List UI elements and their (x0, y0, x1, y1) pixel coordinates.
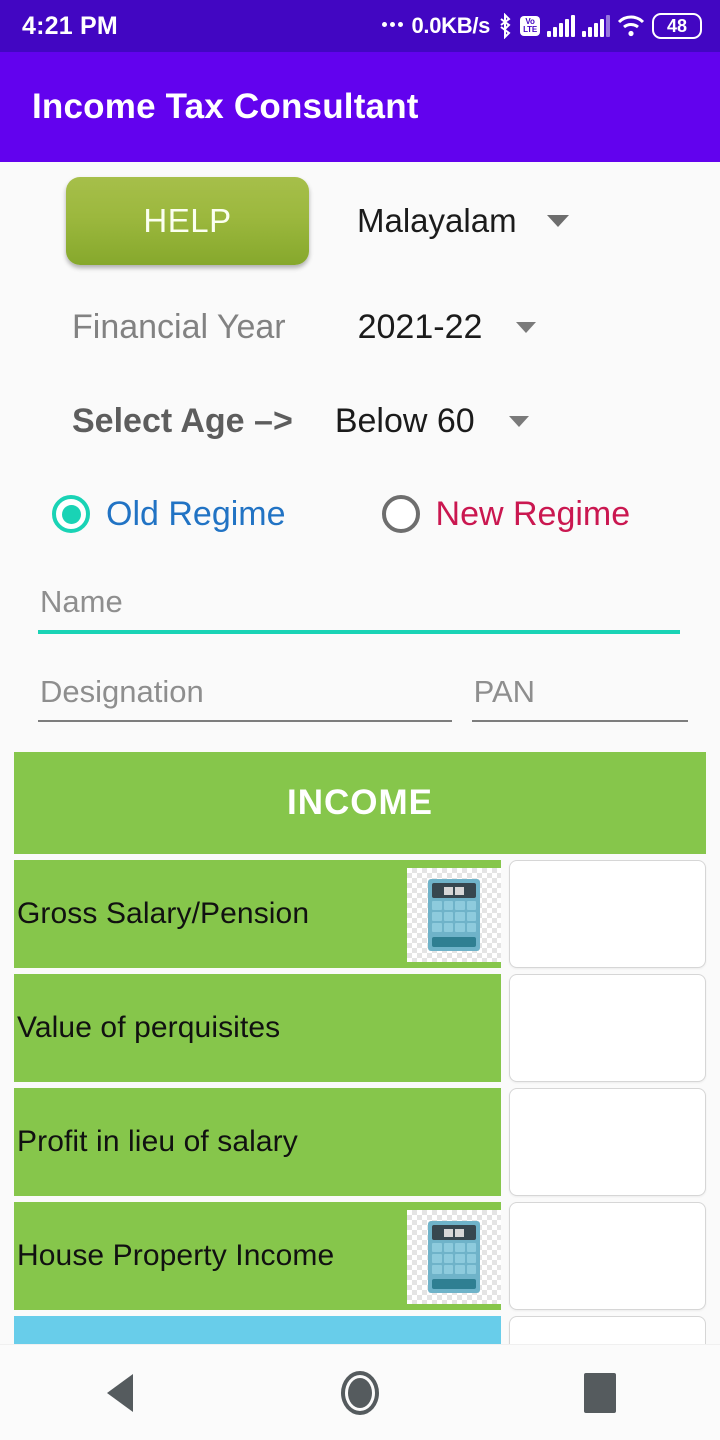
calculator-icon[interactable] (407, 868, 501, 962)
next-row-input[interactable] (509, 1316, 706, 1344)
recents-square-icon (584, 1372, 616, 1413)
help-button[interactable]: HELP (66, 177, 309, 265)
radio-new-regime[interactable]: New Regime (381, 494, 631, 534)
wifi-icon (617, 15, 645, 37)
designation-field-wrapper (38, 674, 452, 722)
nav-recents-button[interactable] (540, 1363, 660, 1423)
language-value: Malayalam (357, 202, 517, 239)
language-dropdown[interactable]: Malayalam (357, 202, 569, 240)
designation-pan-row (0, 634, 720, 722)
gross-salary-input[interactable] (509, 860, 706, 968)
app-bar: Income Tax Consultant (0, 52, 720, 162)
system-nav-bar (0, 1344, 720, 1440)
age-dropdown[interactable]: Below 60 (335, 402, 529, 441)
table-row: Profit in lieu of salary (14, 1088, 706, 1196)
nav-home-button[interactable] (300, 1363, 420, 1423)
status-icons: 0.0KB/s Vo LTE 48 (382, 13, 702, 39)
app-screen: 4:21 PM 0.0KB/s Vo LTE 48 Income Tax Con… (0, 0, 720, 1440)
name-input[interactable] (38, 584, 680, 630)
income-row-label-cell: Gross Salary/Pension (14, 860, 501, 968)
help-language-row: HELP Malayalam (0, 162, 720, 280)
house-property-income-input[interactable] (509, 1202, 706, 1310)
income-row-label: House Property Income (17, 1239, 335, 1272)
income-row-label-cell: Profit in lieu of salary (14, 1088, 501, 1196)
income-table-header: INCOME (14, 752, 706, 854)
old-regime-label: Old Regime (106, 494, 286, 533)
income-row-label-cell: House Property Income (14, 1202, 501, 1310)
status-clock: 4:21 PM (22, 11, 118, 40)
pan-underline (471, 720, 688, 722)
financial-year-row: Financial Year 2021-22 (0, 280, 720, 374)
new-regime-label: New Regime (435, 494, 631, 533)
income-table: INCOME Gross Salary/Pension Value of per… (0, 752, 720, 1344)
income-row-input-cell (509, 1202, 706, 1310)
perquisites-input[interactable] (509, 974, 706, 1082)
pan-input[interactable] (471, 674, 688, 720)
name-field-wrapper (38, 584, 680, 634)
overflow-dots-icon (382, 22, 404, 30)
radio-unselected-icon (381, 495, 420, 533)
financial-year-dropdown[interactable]: 2021-22 (358, 308, 537, 347)
income-row-input-cell (509, 974, 706, 1082)
pan-field-wrapper (471, 674, 688, 722)
income-row-label-cell (14, 1316, 501, 1344)
page-title: Income Tax Consultant (32, 87, 419, 126)
income-row-label: Value of perquisites (17, 1011, 281, 1044)
age-value: Below 60 (334, 401, 475, 440)
table-row: Gross Salary/Pension (14, 860, 706, 968)
table-row: House Property Income (14, 1202, 706, 1310)
income-row-label-cell: Value of perquisites (14, 974, 501, 1082)
volte-bottom-text: LTE (523, 25, 537, 34)
battery-level: 48 (666, 16, 688, 36)
age-row: Select Age –> Below 60 (0, 374, 720, 468)
age-label: Select Age –> (72, 401, 293, 440)
chevron-down-icon (508, 415, 529, 427)
income-header-label: INCOME (287, 783, 433, 822)
calculator-icon[interactable] (407, 1210, 501, 1304)
status-bar: 4:21 PM 0.0KB/s Vo LTE 48 (0, 0, 720, 52)
chevron-down-icon (546, 215, 569, 227)
battery-icon: 48 (652, 13, 702, 39)
income-row-input-cell (509, 860, 706, 968)
income-row-label: Profit in lieu of salary (17, 1125, 298, 1158)
designation-underline (38, 720, 452, 722)
signal-icon (547, 15, 575, 37)
signal-icon (582, 15, 610, 37)
bluetooth-icon (497, 13, 513, 39)
chevron-down-icon (516, 321, 537, 333)
table-row: Value of perquisites (14, 974, 706, 1082)
financial-year-value: 2021-22 (357, 307, 483, 346)
income-row-input-cell (509, 1316, 706, 1344)
profit-in-lieu-input[interactable] (509, 1088, 706, 1196)
nav-back-button[interactable] (60, 1363, 180, 1423)
network-speed-text: 0.0KB/s (411, 13, 491, 38)
table-row (14, 1316, 706, 1344)
income-row-label: Gross Salary/Pension (17, 897, 310, 930)
back-triangle-icon (107, 1373, 133, 1412)
home-circle-icon (341, 1370, 379, 1415)
radio-old-regime[interactable]: Old Regime (52, 495, 286, 534)
name-row (0, 560, 720, 634)
regime-row: Old Regime New Regime (0, 468, 720, 560)
income-row-input-cell (509, 1088, 706, 1196)
radio-selected-icon (52, 495, 90, 533)
designation-input[interactable] (38, 674, 452, 720)
volte-icon: Vo LTE (520, 16, 540, 36)
main-content: HELP Malayalam Financial Year 2021-22 Se… (0, 162, 720, 1344)
name-underline (38, 630, 680, 634)
financial-year-label: Financial Year (72, 307, 286, 346)
